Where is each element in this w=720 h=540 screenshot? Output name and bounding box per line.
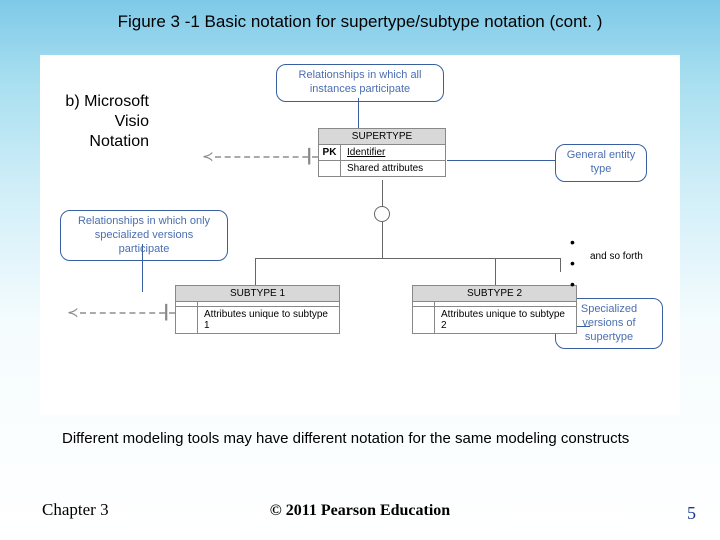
entity-supertype: SUPERTYPE PK Identifier Shared attribute… [318, 128, 446, 177]
identifier-cell [198, 302, 339, 306]
empty-cell [413, 307, 435, 333]
figure-title: Figure 3 -1 Basic notation for supertype… [0, 0, 720, 40]
page-number: 5 [687, 503, 696, 524]
cardinality-icon: ┃ [162, 304, 170, 321]
copyright-label: © 2011 Pearson Education [270, 502, 450, 520]
callout-general-entity: General entity type [555, 144, 647, 182]
footnote-text: Different modeling tools may have differ… [62, 430, 642, 448]
entity-subtype2: SUBTYPE 2 Attributes unique to subtype 2 [412, 285, 577, 334]
callout-specialized-participate: Relationships in which only specialized … [60, 210, 228, 261]
connector-line [560, 258, 561, 272]
connector-line [495, 258, 496, 285]
entity-subtype1: SUBTYPE 1 Attributes unique to subtype 1 [175, 285, 340, 334]
and-so-forth-label: and so forth [590, 251, 643, 262]
connector-line [255, 258, 560, 259]
identifier-cell: Identifier [341, 145, 445, 160]
relationship-line [80, 312, 175, 314]
entity-header: SUBTYPE 2 [413, 286, 576, 302]
connector-line [255, 258, 256, 285]
entity-header: SUBTYPE 1 [176, 286, 339, 302]
connector-line [382, 222, 383, 258]
connector-line [382, 180, 383, 208]
pk-label: PK [319, 145, 341, 160]
section-label: b) Microsoft Visio Notation [54, 92, 149, 152]
empty-cell [319, 161, 341, 176]
unique-attributes-cell: Attributes unique to subtype 1 [198, 307, 339, 333]
leader-line [358, 98, 359, 128]
callout-all-participate: Relationships in which all instances par… [276, 64, 444, 102]
chapter-label: Chapter 3 [42, 500, 109, 520]
identifier-cell [435, 302, 576, 306]
shared-attributes-cell: Shared attributes [341, 161, 445, 176]
generalization-circle-icon [374, 206, 390, 222]
unique-attributes-cell: Attributes unique to subtype 2 [435, 307, 576, 333]
crowfoot-icon: ≺ [202, 148, 214, 165]
empty-cell [176, 302, 198, 306]
leader-line [447, 160, 555, 161]
ellipsis-dots: ••• [570, 232, 575, 295]
empty-cell [176, 307, 198, 333]
crowfoot-icon: ≺ [67, 304, 79, 321]
relationship-line [215, 156, 318, 158]
empty-cell [413, 302, 435, 306]
cardinality-icon: ┃ [305, 148, 313, 165]
entity-header: SUPERTYPE [319, 129, 445, 145]
leader-line [142, 244, 143, 292]
